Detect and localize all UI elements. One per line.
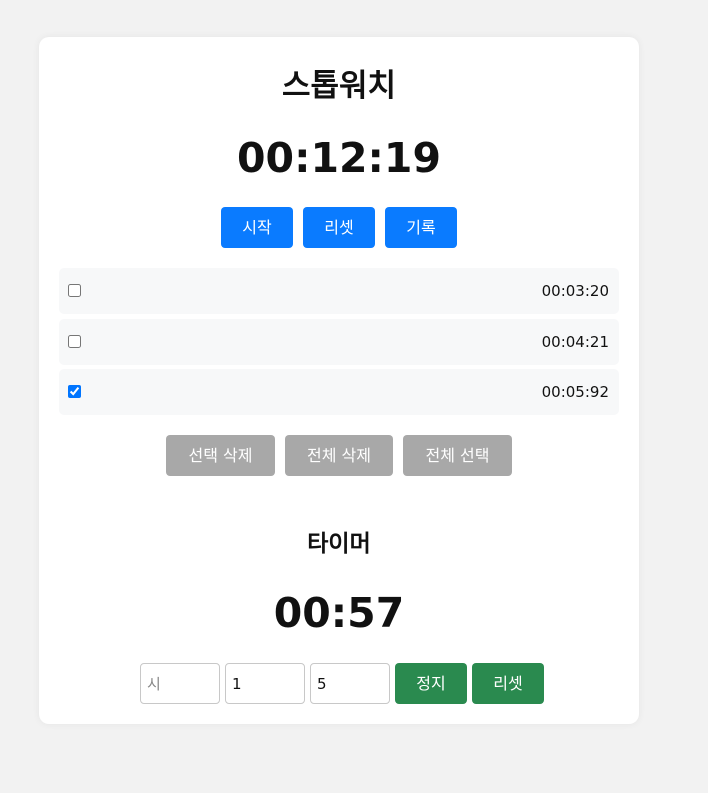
timer-reset-button[interactable]: 리셋 (472, 663, 544, 704)
record-time: 00:03:20 (541, 282, 609, 300)
timer-display: 00:57 (273, 589, 405, 637)
stopwatch-title: 스톱워치 (281, 68, 397, 104)
record-item: 00:05:92 (59, 369, 619, 415)
delete-all-button[interactable]: 전체 삭제 (285, 435, 393, 476)
select-all-button[interactable]: 전체 선택 (403, 435, 512, 476)
stopwatch-reset-button[interactable]: 리셋 (303, 207, 375, 248)
record-item: 00:03:20 (59, 268, 619, 314)
seconds-input[interactable] (310, 663, 390, 704)
hours-input[interactable] (140, 663, 220, 704)
stopwatch-display: 00:12:19 (237, 134, 441, 182)
start-button[interactable]: 시작 (221, 207, 293, 248)
record-item: 00:04:21 (59, 319, 619, 365)
timer-title: 타이머 (307, 531, 371, 557)
record-checkbox[interactable] (68, 385, 81, 398)
timer-stop-button[interactable]: 정지 (395, 663, 467, 704)
app-card: 스톱워치 00:12:19 시작 리셋 기록 00:03:20 00:04:21… (39, 37, 639, 724)
delete-selected-button[interactable]: 선택 삭제 (166, 435, 275, 476)
minutes-input[interactable] (225, 663, 305, 704)
record-time: 00:04:21 (541, 333, 609, 351)
record-checkbox[interactable] (68, 335, 81, 348)
record-checkbox[interactable] (68, 284, 81, 297)
record-button[interactable]: 기록 (385, 207, 457, 248)
record-time: 00:05:92 (541, 383, 609, 401)
